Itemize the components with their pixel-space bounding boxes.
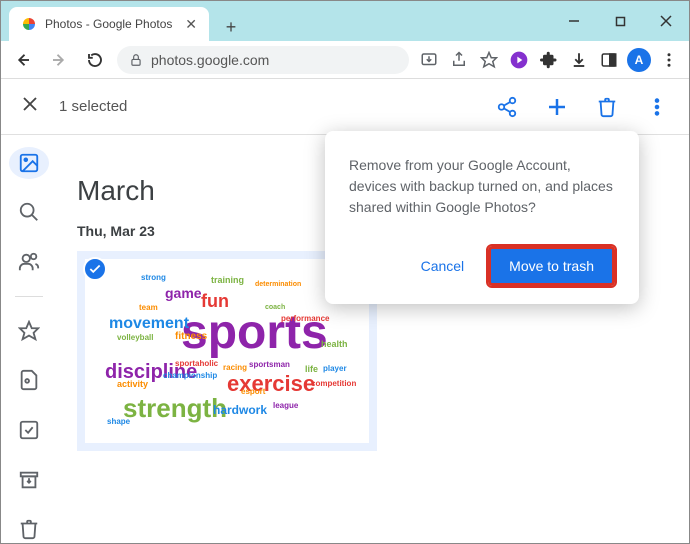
- window-maximize-button[interactable]: [597, 1, 643, 41]
- media-play-icon[interactable]: [507, 48, 531, 72]
- install-app-icon[interactable]: [417, 48, 441, 72]
- nav-forward-button[interactable]: [45, 46, 73, 74]
- tab-close-icon[interactable]: ✕: [185, 16, 197, 33]
- tab-title: Photos - Google Photos: [45, 17, 172, 31]
- share-button[interactable]: [495, 95, 519, 119]
- chrome-menu-icon[interactable]: [657, 48, 681, 72]
- confirm-dialog: Remove from your Google Account, devices…: [325, 131, 639, 304]
- selected-check-icon[interactable]: [83, 257, 107, 281]
- sidebar-item-search[interactable]: [9, 197, 49, 229]
- sidebar-divider: [15, 296, 43, 297]
- sidebar-item-archive[interactable]: [9, 464, 49, 496]
- url-text: photos.google.com: [151, 52, 269, 68]
- sidebar-item-favorites[interactable]: [9, 315, 49, 347]
- sidebar: [1, 135, 57, 544]
- new-tab-button[interactable]: +: [217, 13, 245, 41]
- more-options-button[interactable]: [645, 95, 669, 119]
- selection-toolbar: 1 selected: [1, 79, 689, 135]
- url-input[interactable]: photos.google.com: [117, 46, 409, 74]
- extensions-icon[interactable]: [537, 48, 561, 72]
- share-url-icon[interactable]: [447, 48, 471, 72]
- trash-button[interactable]: [595, 95, 619, 119]
- browser-titlebar: Photos - Google Photos ✕ +: [1, 1, 689, 41]
- dialog-message: Remove from your Google Account, devices…: [349, 155, 615, 218]
- window-close-button[interactable]: [643, 1, 689, 41]
- lock-icon: [129, 53, 143, 67]
- bookmark-star-icon[interactable]: [477, 48, 501, 72]
- sidebar-item-sharing[interactable]: [9, 246, 49, 278]
- deselect-button[interactable]: [21, 95, 39, 119]
- downloads-icon[interactable]: [567, 48, 591, 72]
- move-to-trash-button[interactable]: Move to trash: [488, 246, 615, 286]
- add-to-button[interactable]: [545, 95, 569, 119]
- selection-count: 1 selected: [59, 98, 127, 115]
- side-panel-icon[interactable]: [597, 48, 621, 72]
- sidebar-item-trash[interactable]: [9, 513, 49, 544]
- profile-avatar[interactable]: A: [627, 48, 651, 72]
- sidebar-item-utilities[interactable]: [9, 414, 49, 446]
- sidebar-item-albums[interactable]: [9, 364, 49, 396]
- browser-tab[interactable]: Photos - Google Photos ✕: [9, 7, 209, 41]
- nav-reload-button[interactable]: [81, 46, 109, 74]
- google-photos-favicon: [21, 16, 37, 32]
- browser-toolbar: photos.google.com A: [1, 41, 689, 79]
- nav-back-button[interactable]: [9, 46, 37, 74]
- window-minimize-button[interactable]: [551, 1, 597, 41]
- sidebar-item-photos[interactable]: [9, 147, 49, 179]
- cancel-button[interactable]: Cancel: [409, 250, 477, 282]
